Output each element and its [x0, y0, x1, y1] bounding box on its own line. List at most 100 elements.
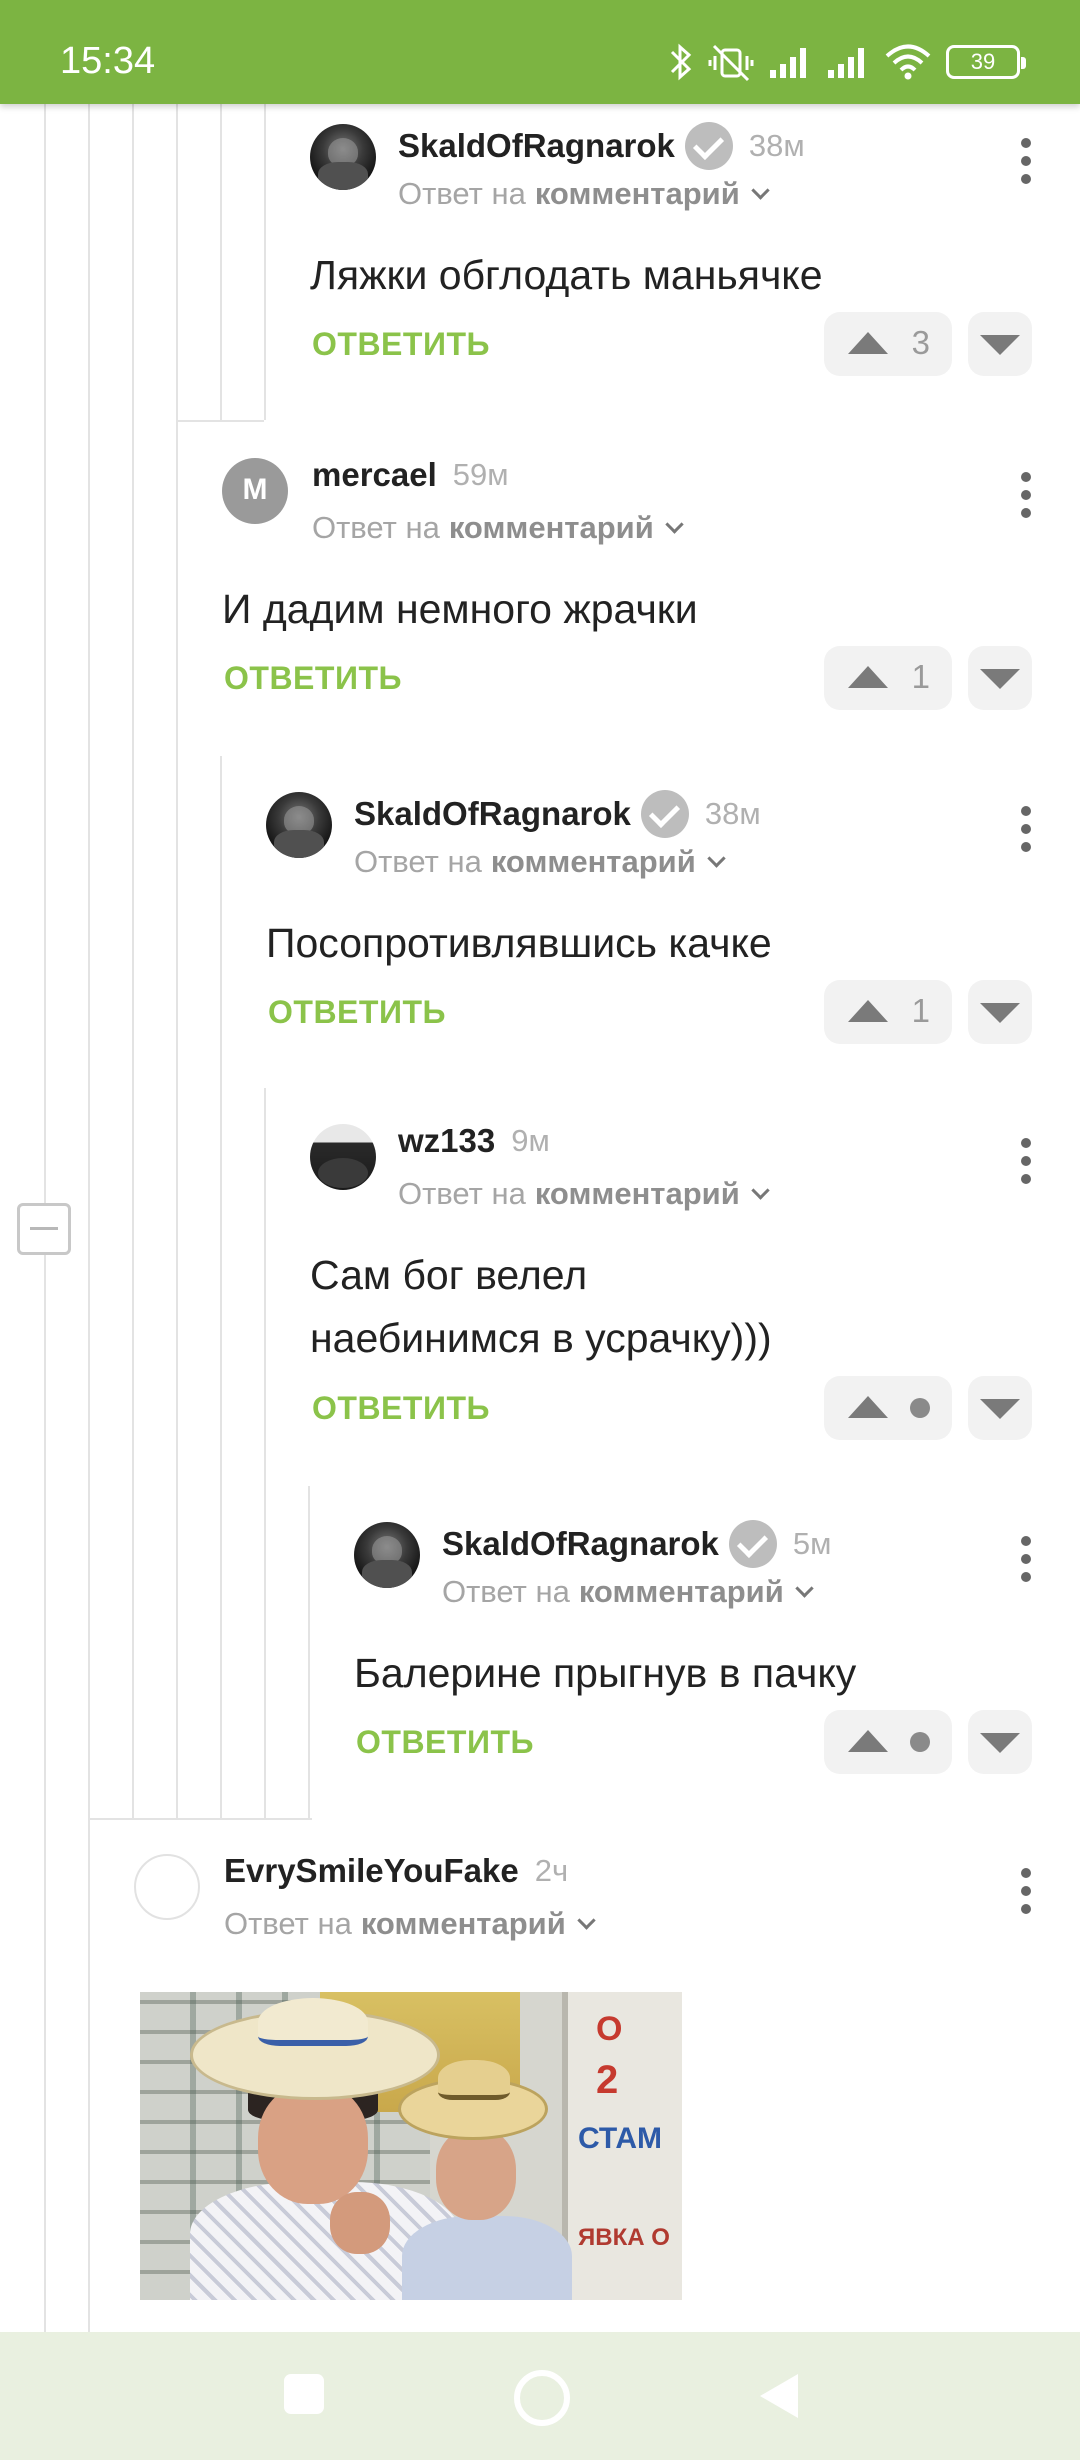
- downvote-button[interactable]: [968, 646, 1032, 710]
- comment: M mercael 59м Ответ на комментарий И дадим…: [222, 448, 1032, 718]
- more-options-icon[interactable]: [1020, 1138, 1032, 1184]
- comment: EvrySmileYouFake 2ч Ответ на комментарий: [134, 1844, 1032, 1984]
- comment-age: 5м: [792, 1526, 832, 1561]
- comment: SkaldOfRagnarok 38м Ответ на комментарий Л…: [310, 114, 1032, 384]
- more-options-icon[interactable]: [1020, 1536, 1032, 1582]
- arrow-down-icon: [980, 1399, 1020, 1419]
- app-screen: 15:34 39 SkaldOfRagnarok 38м Ответ на комм…: [0, 0, 1080, 2460]
- thread-line: [220, 104, 222, 420]
- status-icons: 39: [668, 38, 1026, 86]
- arrow-up-icon: [848, 666, 888, 688]
- comment-author[interactable]: SkaldOfRagnarok 38м: [398, 122, 805, 170]
- image-man-hat-crown: [438, 2060, 510, 2100]
- avatar[interactable]: M: [222, 458, 288, 524]
- chevron-down-icon[interactable]: [751, 1180, 770, 1200]
- downvote-button[interactable]: [968, 1710, 1032, 1774]
- reply-to-line[interactable]: Ответ на комментарий: [398, 176, 770, 212]
- reply-to-line[interactable]: Ответ на комментарий: [312, 510, 684, 546]
- reply-to-line[interactable]: Ответ на комментарий: [224, 1906, 596, 1942]
- author-name[interactable]: EvrySmileYouFake: [224, 1852, 519, 1890]
- comment-text-line: наебинимся в усрачку))): [310, 1315, 772, 1361]
- comment-text: Ляжки обглодать маньячке: [310, 252, 823, 298]
- reply-to-link[interactable]: комментарий: [535, 176, 740, 212]
- upvote-button[interactable]: 3: [824, 312, 952, 376]
- downvote-button[interactable]: [968, 312, 1032, 376]
- thread-line: [264, 104, 266, 420]
- comment-author[interactable]: SkaldOfRagnarok 5м: [442, 1520, 831, 1568]
- avatar[interactable]: [354, 1522, 420, 1588]
- comment-author[interactable]: mercael 59м: [312, 456, 509, 494]
- reply-button[interactable]: ОТВЕТИТЬ: [312, 326, 490, 363]
- reply-to-line[interactable]: Ответ на комментарий: [354, 844, 726, 880]
- author-name[interactable]: SkaldOfRagnarok: [354, 795, 631, 833]
- verified-icon: [684, 122, 733, 170]
- reply-to-prefix: Ответ на: [224, 1906, 352, 1941]
- rating-value: 3: [911, 324, 930, 361]
- reply-to-prefix: Ответ на: [398, 176, 526, 211]
- comment: wz133 9м Ответ на комментарий Сам бог веле…: [310, 1114, 1032, 1454]
- downvote-button[interactable]: [968, 980, 1032, 1044]
- reply-to-prefix: Ответ на: [354, 844, 482, 879]
- upvote-button[interactable]: [824, 1710, 952, 1774]
- author-name[interactable]: mercael: [312, 456, 437, 494]
- reply-to-line[interactable]: Ответ на комментарий: [442, 1574, 814, 1610]
- author-name[interactable]: SkaldOfRagnarok: [398, 127, 675, 165]
- comment: SkaldOfRagnarok 38м Ответ на комментарий П…: [266, 782, 1032, 1052]
- vote-controls: 1: [824, 980, 1032, 1044]
- thread-connector: [88, 1818, 312, 1820]
- more-options-icon[interactable]: [1020, 1868, 1032, 1914]
- avatar[interactable]: [266, 792, 332, 858]
- reply-button[interactable]: ОТВЕТИТЬ: [224, 660, 402, 697]
- upvote-button[interactable]: [824, 1376, 952, 1440]
- chevron-down-icon[interactable]: [751, 180, 770, 200]
- comment-age: 59м: [452, 457, 509, 492]
- comment-author[interactable]: SkaldOfRagnarok 38м: [354, 790, 761, 838]
- comment-image[interactable]: О 2 СТАМ ЯВКА О: [140, 1992, 682, 2300]
- comment-text: Посопротивлявшись качке: [266, 920, 772, 966]
- chevron-down-icon[interactable]: [795, 1578, 814, 1598]
- avatar[interactable]: [310, 124, 376, 190]
- thread-connector: [176, 420, 264, 422]
- collapse-thread-button[interactable]: [17, 1203, 71, 1255]
- thread-line: [220, 756, 222, 1818]
- vote-controls: 3: [824, 312, 1032, 376]
- reply-to-link[interactable]: комментарий: [449, 510, 654, 546]
- rating-neutral-dot: [910, 1732, 930, 1752]
- downvote-button[interactable]: [968, 1376, 1032, 1440]
- comment-text: И дадим немного жрачки: [222, 586, 698, 632]
- reply-button[interactable]: ОТВЕТИТЬ: [312, 1390, 490, 1427]
- recents-square-icon[interactable]: [272, 2362, 338, 2428]
- home-circle-icon[interactable]: [506, 2362, 572, 2428]
- more-options-icon[interactable]: [1020, 806, 1032, 852]
- comment-author[interactable]: EvrySmileYouFake 2ч: [224, 1852, 568, 1890]
- reply-to-link[interactable]: комментарий: [579, 1574, 784, 1610]
- battery-icon: 39: [946, 45, 1026, 79]
- rating-value: 1: [911, 992, 930, 1029]
- comment-text: Балерине прыгнув в пачку: [354, 1650, 857, 1696]
- comment-author[interactable]: wz133 9м: [398, 1122, 550, 1160]
- arrow-up-icon: [848, 1000, 888, 1022]
- avatar[interactable]: [310, 1124, 376, 1190]
- image-man-shirt: [402, 2216, 572, 2300]
- more-options-icon[interactable]: [1020, 472, 1032, 518]
- reply-to-link[interactable]: комментарий: [491, 844, 696, 880]
- chevron-down-icon[interactable]: [577, 1910, 596, 1930]
- back-triangle-icon[interactable]: [750, 2362, 816, 2428]
- reply-to-link[interactable]: комментарий: [535, 1176, 740, 1212]
- reply-button[interactable]: ОТВЕТИТЬ: [356, 1724, 534, 1761]
- author-name[interactable]: SkaldOfRagnarok: [442, 1525, 719, 1563]
- wifi-icon: [885, 44, 931, 80]
- upvote-button[interactable]: 1: [824, 980, 952, 1044]
- author-name[interactable]: wz133: [398, 1122, 495, 1160]
- chevron-down-icon[interactable]: [665, 514, 684, 534]
- reply-to-line[interactable]: Ответ на комментарий: [398, 1176, 770, 1212]
- thread-line: [308, 1486, 310, 1818]
- more-options-icon[interactable]: [1020, 138, 1032, 184]
- chevron-down-icon[interactable]: [707, 848, 726, 868]
- reply-to-link[interactable]: комментарий: [361, 1906, 566, 1942]
- thread-line: [88, 1818, 90, 2332]
- avatar[interactable]: [134, 1854, 200, 1920]
- reply-button[interactable]: ОТВЕТИТЬ: [268, 994, 446, 1031]
- arrow-down-icon: [980, 669, 1020, 689]
- upvote-button[interactable]: 1: [824, 646, 952, 710]
